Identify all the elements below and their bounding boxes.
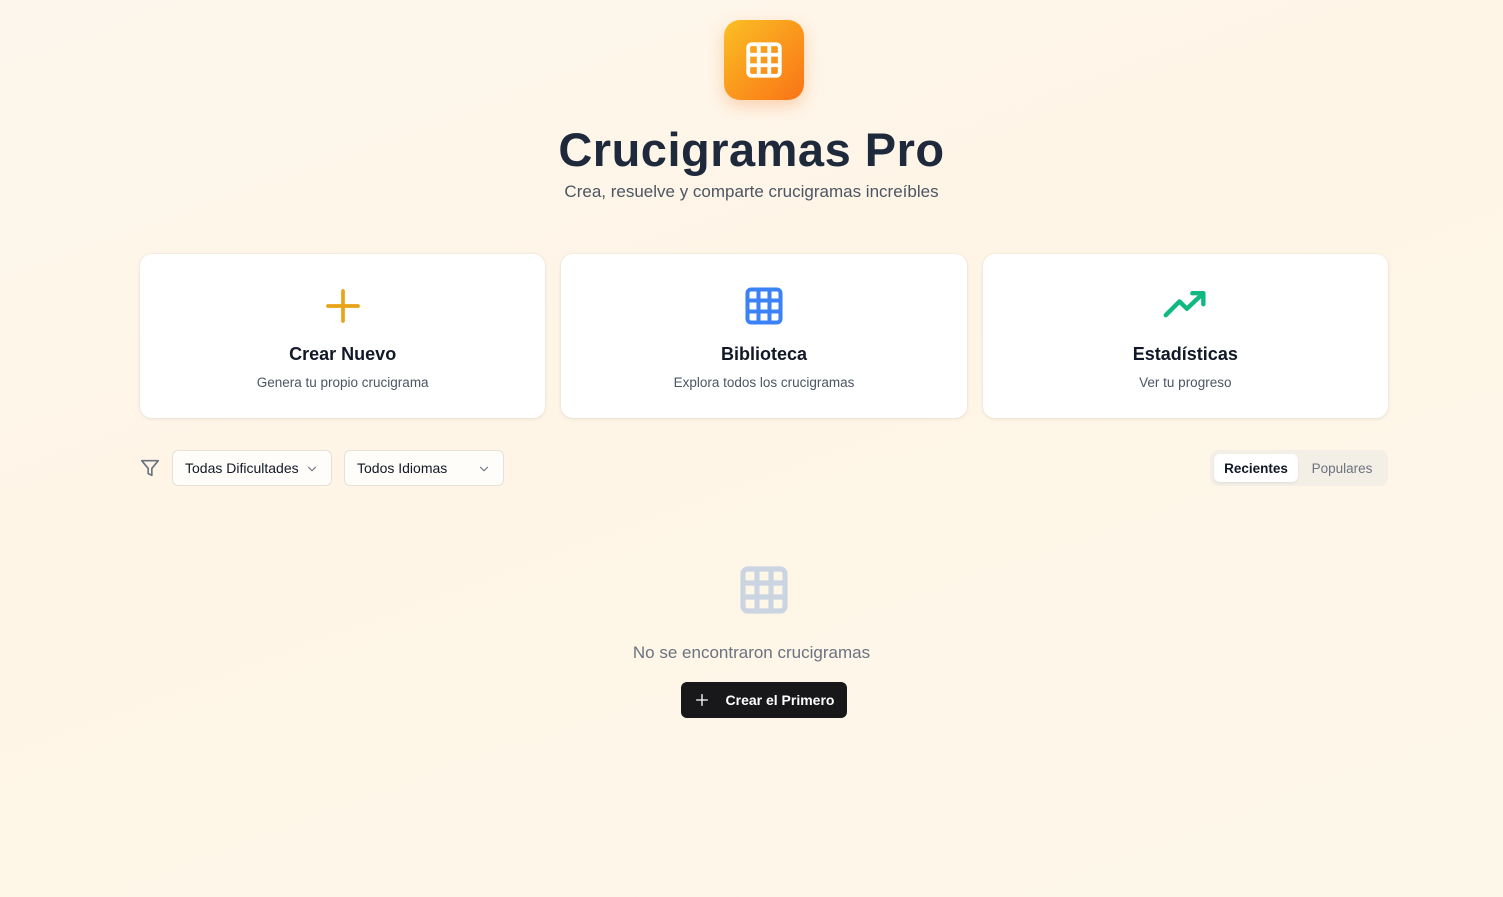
trending-up-icon xyxy=(1163,284,1207,328)
language-select-value: Todos Idiomas xyxy=(357,460,448,476)
filter-icon xyxy=(139,457,161,479)
app-logo xyxy=(724,20,804,100)
card-title: Biblioteca xyxy=(720,344,807,364)
library-card[interactable]: Biblioteca Explora todos los crucigramas xyxy=(561,254,967,418)
card-title: Estadísticas xyxy=(1132,344,1238,364)
language-select[interactable]: Todos Idiomas xyxy=(344,450,504,486)
action-cards: Crear Nuevo Genera tu propio crucigrama … xyxy=(140,254,1388,418)
empty-state-message: No se encontraron crucigramas xyxy=(632,643,871,662)
create-first-label: Crear el Primero xyxy=(725,692,835,708)
sort-tabs: Recientes Populares xyxy=(1210,450,1388,486)
card-description: Ver tu progreso xyxy=(1139,375,1232,390)
app-title: Crucigramas Pro xyxy=(558,123,945,176)
app-subtitle: Crea, resuelve y comparte crucigramas in… xyxy=(564,182,939,201)
difficulty-select[interactable]: Todas Dificultades xyxy=(172,450,332,486)
create-first-button[interactable]: Crear el Primero xyxy=(681,682,847,718)
chevron-down-icon xyxy=(307,466,317,472)
card-description: Explora todos los crucigramas xyxy=(673,375,855,390)
plus-icon xyxy=(321,284,365,328)
statistics-card[interactable]: Estadísticas Ver tu progreso xyxy=(982,254,1388,418)
plus-icon xyxy=(695,694,708,706)
tab-recientes[interactable]: Recientes xyxy=(1214,454,1298,482)
tab-populares[interactable]: Populares xyxy=(1300,454,1384,482)
card-title: Crear Nuevo xyxy=(289,344,397,364)
difficulty-select-value: Todas Dificultades xyxy=(185,460,299,476)
card-description: Genera tu propio crucigrama xyxy=(256,375,429,390)
grid-icon xyxy=(736,562,792,618)
grid-icon xyxy=(746,42,782,78)
grid-icon xyxy=(742,284,786,328)
create-new-card[interactable]: Crear Nuevo Genera tu propio crucigrama xyxy=(140,254,546,418)
chevron-down-icon xyxy=(479,466,489,472)
